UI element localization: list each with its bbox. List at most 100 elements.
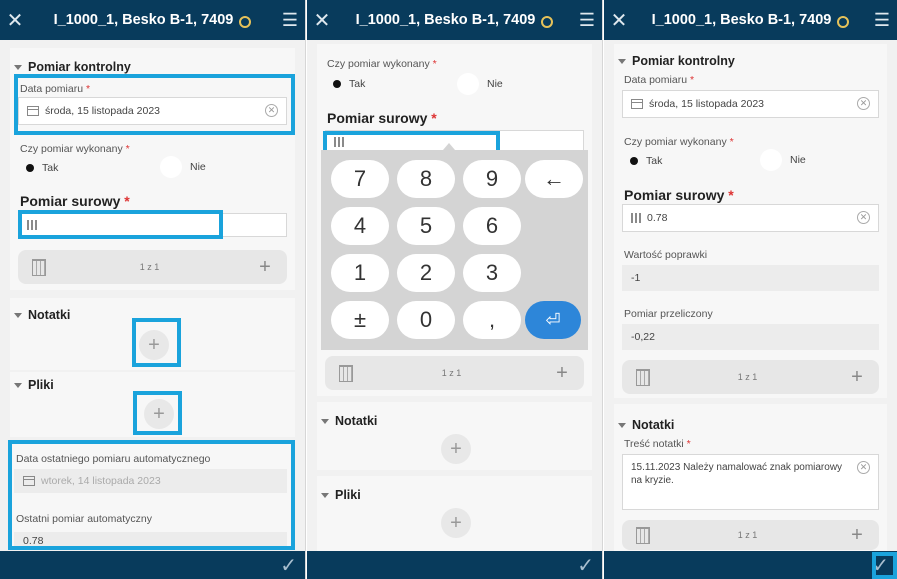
radio-no[interactable]: Nie: [160, 156, 206, 178]
close-icon[interactable]: ✕: [307, 8, 337, 33]
clear-icon[interactable]: ✕: [857, 461, 870, 474]
add-record-button[interactable]: +: [845, 524, 869, 547]
raw-measurement-label: Pomiar surowy *: [20, 193, 130, 209]
repeat-controls: 1 z 1 +: [622, 360, 879, 394]
gps-icon: [835, 12, 850, 28]
key-decimal[interactable]: ,: [463, 301, 521, 339]
chevron-down-icon: [14, 312, 22, 318]
note-textarea[interactable]: 15.11.2023 Należy namalować znak pomiaro…: [622, 454, 879, 510]
repeat-controls: 1 z 1 +: [18, 250, 287, 284]
section-header-measurement[interactable]: Pomiar kontrolny: [14, 60, 131, 74]
trash-icon[interactable]: [636, 526, 650, 544]
key-plus-minus[interactable]: ±: [331, 301, 389, 339]
radio-yes[interactable]: Tak: [333, 78, 365, 90]
keypad-pointer: [443, 143, 455, 150]
add-record-button[interactable]: +: [253, 256, 277, 279]
menu-icon[interactable]: ☰: [572, 10, 602, 31]
trash-icon[interactable]: [32, 258, 46, 276]
section-header-files[interactable]: Pliki: [321, 488, 361, 502]
section-header-notes[interactable]: Notatki: [618, 418, 674, 432]
key-3[interactable]: 3: [463, 254, 521, 292]
radio-no[interactable]: Nie: [457, 73, 503, 95]
menu-icon[interactable]: ☰: [275, 10, 305, 31]
note-label: Treść notatki *: [624, 438, 691, 450]
add-file-button[interactable]: +: [441, 508, 471, 538]
radio-empty-icon: [457, 73, 479, 95]
highlight-box: [8, 440, 295, 550]
clear-icon[interactable]: ✕: [857, 97, 870, 110]
form-title: I_1000_1, Besko B-1, 7409: [30, 12, 275, 28]
radio-yes[interactable]: Tak: [630, 155, 662, 167]
key-1[interactable]: 1: [331, 254, 389, 292]
repeat-controls: 1 z 1 +: [325, 356, 584, 390]
record-counter: 1 z 1: [139, 262, 160, 272]
submit-check-icon[interactable]: ✓: [280, 553, 297, 578]
converted-label: Pomiar przeliczony: [624, 308, 713, 320]
done-label: Czy pomiar wykonany *: [624, 136, 734, 148]
key-5[interactable]: 5: [397, 207, 455, 245]
clear-icon[interactable]: ✕: [857, 211, 870, 224]
title-bar: ✕ I_1000_1, Besko B-1, 7409 ☰: [0, 0, 305, 40]
radio-selected-icon: [333, 80, 341, 88]
form-title: I_1000_1, Besko B-1, 7409: [337, 12, 572, 28]
submit-check-icon[interactable]: ✓: [577, 553, 594, 578]
converted-field: -0,22: [622, 324, 879, 350]
key-enter[interactable]: ⏎: [525, 301, 581, 339]
trash-icon[interactable]: [636, 368, 650, 386]
section-header-files[interactable]: Pliki: [14, 378, 54, 392]
chevron-down-icon: [321, 418, 329, 424]
raw-measurement-label: Pomiar surowy *: [624, 187, 734, 203]
title-bar: ✕ I_1000_1, Besko B-1, 7409 ☰: [604, 0, 897, 40]
section-header-notes[interactable]: Notatki: [321, 414, 377, 428]
form-panel-2: ✕ I_1000_1, Besko B-1, 7409 ☰ Czy pomiar…: [307, 0, 603, 579]
key-8[interactable]: 8: [397, 160, 455, 198]
key-4[interactable]: 4: [331, 207, 389, 245]
gps-icon: [539, 12, 554, 28]
bottom-bar: ✓: [0, 551, 305, 579]
key-9[interactable]: 9: [463, 160, 521, 198]
record-counter: 1 z 1: [737, 372, 758, 382]
chevron-down-icon: [14, 64, 22, 70]
bottom-bar: ✓: [307, 551, 602, 579]
record-counter: 1 z 1: [441, 368, 462, 378]
radio-no[interactable]: Nie: [760, 149, 806, 171]
correction-label: Wartość poprawki: [624, 249, 708, 261]
key-backspace[interactable]: ←: [525, 160, 583, 198]
date-field[interactable]: środa, 15 listopada 2023 ✕: [622, 90, 879, 118]
correction-field: -1: [622, 265, 879, 291]
chevron-down-icon: [618, 58, 626, 64]
add-note-button[interactable]: +: [441, 434, 471, 464]
key-0[interactable]: 0: [397, 301, 455, 339]
key-7[interactable]: 7: [331, 160, 389, 198]
record-counter: 1 z 1: [737, 530, 758, 540]
chevron-down-icon: [321, 492, 329, 498]
radio-empty-icon: [160, 156, 182, 178]
section-header-measurement[interactable]: Pomiar kontrolny: [618, 54, 735, 68]
key-6[interactable]: 6: [463, 207, 521, 245]
radio-selected-icon: [26, 164, 34, 172]
add-record-button[interactable]: +: [550, 362, 574, 385]
close-icon[interactable]: ✕: [0, 8, 30, 33]
radio-empty-icon: [760, 149, 782, 171]
form-title: I_1000_1, Besko B-1, 7409: [634, 12, 867, 28]
title-bar: ✕ I_1000_1, Besko B-1, 7409 ☰: [307, 0, 602, 40]
section-header-notes[interactable]: Notatki: [14, 308, 70, 322]
raw-measurement-input[interactable]: 0.78 ✕: [622, 204, 879, 232]
highlight-box: [133, 391, 182, 435]
numeric-keypad-icon: [631, 213, 641, 223]
highlight-box: [14, 74, 295, 135]
done-label: Czy pomiar wykonany *: [327, 58, 437, 70]
trash-icon[interactable]: [339, 364, 353, 382]
radio-yes[interactable]: Tak: [26, 162, 58, 174]
calendar-icon: [631, 99, 643, 109]
chevron-down-icon: [14, 382, 22, 388]
bottom-bar: ✓: [604, 551, 897, 579]
add-record-button[interactable]: +: [845, 366, 869, 389]
form-panel-1: ✕ I_1000_1, Besko B-1, 7409 ☰ Pomiar kon…: [0, 0, 306, 579]
close-icon[interactable]: ✕: [604, 8, 634, 33]
done-label: Czy pomiar wykonany *: [20, 143, 130, 155]
menu-icon[interactable]: ☰: [867, 10, 897, 31]
date-label: Data pomiaru *: [624, 74, 695, 86]
key-2[interactable]: 2: [397, 254, 455, 292]
highlight-box: [18, 210, 223, 239]
